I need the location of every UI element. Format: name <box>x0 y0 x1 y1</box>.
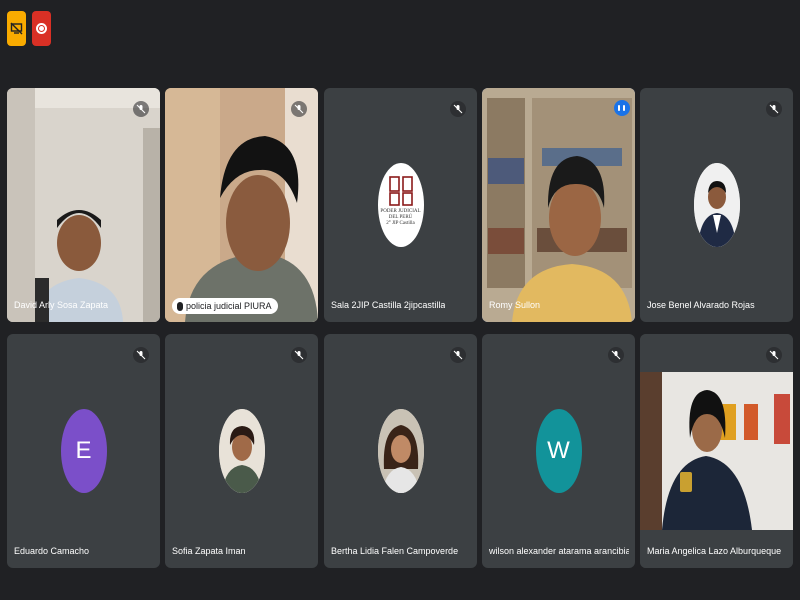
participant-video <box>640 334 793 568</box>
avatar-initial: W <box>547 437 570 464</box>
participant-name: Eduardo Camacho <box>14 546 90 556</box>
participant-name: Romy Sullon <box>489 300 541 310</box>
logo-text: 2° JIP Castilla <box>386 221 415 226</box>
participant-name: Sofia Zapata Iman <box>172 546 246 556</box>
mic-off-icon <box>291 347 307 363</box>
participant-name: Maria Angelica Lazo Alburqueque <box>647 546 782 556</box>
top-bar <box>0 0 800 60</box>
participant-name: wilson alexander atarama arancibia <box>489 546 629 556</box>
participant-tile-jose[interactable]: Jose Benel Alvarado Rojas <box>640 88 793 322</box>
participant-tile-maria[interactable]: Maria Angelica Lazo Alburqueque <box>640 334 793 568</box>
participant-video <box>7 88 160 322</box>
mic-off-icon <box>450 101 466 117</box>
poder-judicial-logo <box>388 176 413 206</box>
participant-tile-david[interactable]: David Arly Sosa Zapata <box>7 88 160 322</box>
participant-avatar: E <box>60 409 107 493</box>
mic-off-icon <box>766 101 782 117</box>
participant-name-pill: policia judicial PIURA <box>172 298 278 314</box>
participant-tile-policia[interactable]: policia judicial PIURA <box>165 88 318 322</box>
participant-avatar <box>218 409 265 493</box>
mic-off-icon <box>766 347 782 363</box>
participant-name: Jose Benel Alvarado Rojas <box>647 300 755 310</box>
recording-icon[interactable] <box>32 11 51 46</box>
mic-icon <box>177 302 183 311</box>
mic-off-icon <box>608 347 624 363</box>
participant-name: policia judicial PIURA <box>186 301 272 311</box>
participant-tile-sofia[interactable]: Sofia Zapata Iman <box>165 334 318 568</box>
participant-name: Bertha Lidia Falen Campoverde <box>331 546 459 556</box>
participant-tile-romy[interactable]: Romy Sullon <box>482 88 635 322</box>
participant-video <box>482 88 635 322</box>
presentation-off-icon[interactable] <box>7 11 26 46</box>
participant-video <box>165 88 318 322</box>
mic-off-icon <box>133 347 149 363</box>
participant-tile-wilson[interactable]: W wilson alexander atarama arancibia <box>482 334 635 568</box>
avatar-initial: E <box>75 437 92 464</box>
participant-tile-sala[interactable]: PODER JUDICIAL DEL PERÚ 2° JIP Castilla … <box>324 88 477 322</box>
participant-avatar: W <box>535 409 582 493</box>
participant-name: Sala 2JIP Castilla 2jipcastilla <box>331 300 446 310</box>
participant-avatar <box>377 409 424 493</box>
mic-off-icon <box>450 347 466 363</box>
participant-tile-bertha[interactable]: Bertha Lidia Falen Campoverde <box>324 334 477 568</box>
participant-name: David Arly Sosa Zapata <box>14 300 109 310</box>
mic-off-icon <box>291 101 307 117</box>
participant-avatar: PODER JUDICIAL DEL PERÚ 2° JIP Castilla <box>377 163 424 247</box>
participant-avatar <box>693 163 740 247</box>
mic-off-icon <box>133 101 149 117</box>
participant-tile-eduardo[interactable]: E Eduardo Camacho <box>7 334 160 568</box>
audio-level-icon <box>614 100 630 116</box>
